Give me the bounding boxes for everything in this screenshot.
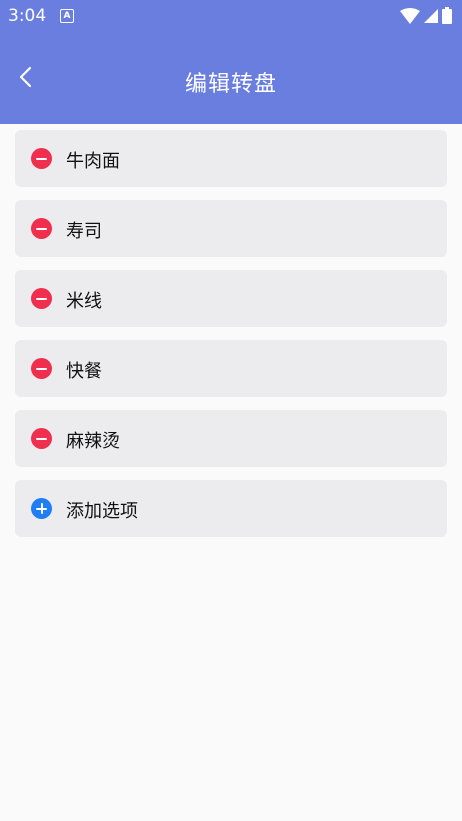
- wifi-icon: [400, 7, 420, 24]
- item-label[interactable]: 米线: [66, 287, 102, 313]
- notification-icon: A: [60, 9, 74, 23]
- list-item: 寿司: [15, 200, 447, 257]
- option-list: 牛肉面 寿司 米线 快餐 麻辣烫 添加选项: [15, 130, 447, 550]
- list-item: 牛肉面: [15, 130, 447, 187]
- status-icons: [400, 7, 452, 24]
- add-icon[interactable]: [31, 498, 52, 519]
- remove-icon[interactable]: [31, 288, 52, 309]
- status-bar: 3:04 A: [0, 0, 462, 32]
- item-label[interactable]: 快餐: [66, 357, 102, 383]
- list-item: 米线: [15, 270, 447, 327]
- signal-icon: [424, 8, 438, 23]
- add-option-button[interactable]: 添加选项: [15, 480, 447, 537]
- list-item: 快餐: [15, 340, 447, 397]
- status-time: 3:04: [8, 6, 47, 26]
- app-bar: 编辑转盘: [0, 32, 462, 124]
- list-item: 麻辣烫: [15, 410, 447, 467]
- item-label[interactable]: 牛肉面: [66, 147, 120, 173]
- battery-icon: [442, 7, 452, 24]
- remove-icon[interactable]: [31, 358, 52, 379]
- remove-icon[interactable]: [31, 148, 52, 169]
- page-title: 编辑转盘: [184, 72, 277, 97]
- remove-icon[interactable]: [31, 218, 52, 239]
- add-option-label[interactable]: 添加选项: [66, 497, 138, 523]
- item-label[interactable]: 寿司: [66, 217, 102, 243]
- item-label[interactable]: 麻辣烫: [66, 427, 120, 453]
- remove-icon[interactable]: [31, 428, 52, 449]
